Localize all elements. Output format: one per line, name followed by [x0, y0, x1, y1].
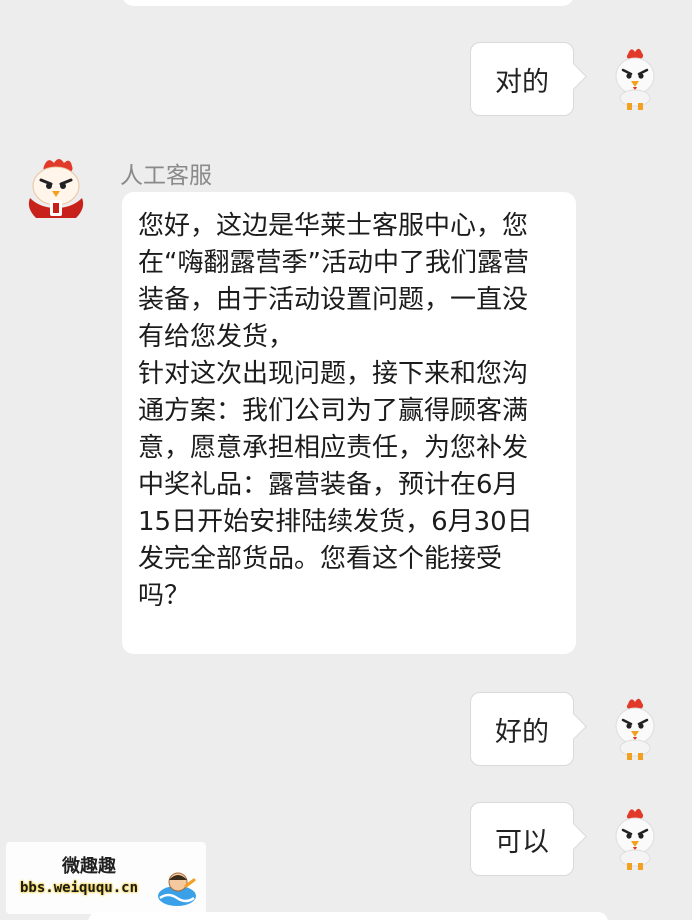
sender-name: 人工客服 [120, 163, 212, 189]
swimmer-logo-icon [158, 872, 196, 906]
message-text: 可以 [495, 826, 549, 858]
message-bubble-right[interactable]: 好的 [470, 692, 574, 766]
user-avatar-chicken-icon[interactable] [606, 806, 664, 870]
chat-window: 对的 人工客服 您好，这边是华莱士客服中心，您 在“嗨翻露营季”活动中了我们露营… [0, 0, 692, 920]
watermark-url: bbs.weiququ.cn [20, 880, 139, 896]
previous-message-bubble[interactable] [122, 0, 574, 6]
message-bubble-right[interactable]: 对的 [470, 42, 574, 116]
watermark-title: 微趣趣 [62, 856, 116, 877]
message-row: 好的 [0, 690, 692, 770]
message-bubble-left[interactable]: 您好，这边是华莱士客服中心，您 在“嗨翻露营季”活动中了我们露营 装备，由于活动… [122, 192, 576, 654]
watermark: 微趣趣 bbs.weiququ.cn [6, 842, 206, 914]
user-avatar-chicken-icon[interactable] [606, 696, 664, 760]
agent-avatar-chicken-icon[interactable] [24, 156, 88, 220]
message-text: 好的 [495, 716, 549, 748]
user-avatar-chicken-icon[interactable] [606, 46, 664, 110]
message-text: 对的 [495, 66, 549, 98]
message-bubble-right[interactable]: 可以 [470, 802, 574, 876]
message-row: 对的 [0, 40, 692, 120]
